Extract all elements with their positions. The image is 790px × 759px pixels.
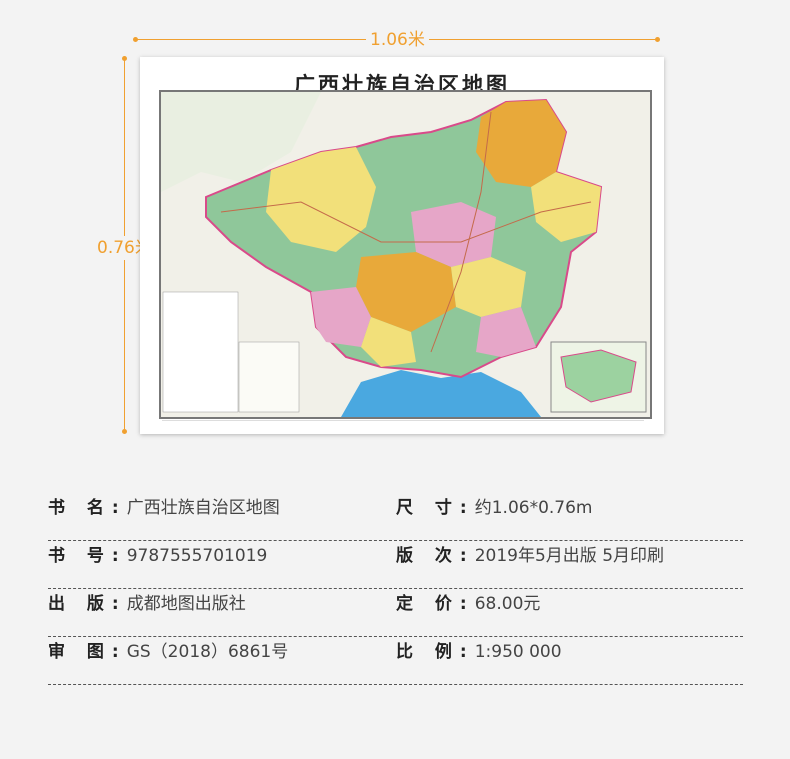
dimension-endpoint	[122, 56, 127, 61]
spec-edition: 版 次:2019年5月出版 5月印刷	[396, 546, 665, 566]
dimension-endpoint	[133, 37, 138, 42]
dashed-divider	[48, 684, 743, 685]
spec-row: 书 号:9787555701019 版 次:2019年5月出版 5月印刷	[48, 541, 743, 589]
map-poster: 广西壮族自治区地图	[140, 57, 664, 434]
spec-size: 尺 寸:约1.06*0.76m	[396, 498, 593, 518]
dimension-endpoint	[655, 37, 660, 42]
map-footer	[162, 420, 644, 427]
width-dimension-label: 1.06米	[366, 30, 429, 50]
spec-row: 书 名:广西壮族自治区地图 尺 寸:约1.06*0.76m	[48, 493, 743, 541]
spec-title: 书 名:广西壮族自治区地图	[48, 498, 280, 518]
spec-isbn: 书 号:9787555701019	[48, 546, 268, 566]
spec-publisher: 出 版:成都地图出版社	[48, 594, 246, 614]
spec-review: 审 图:GS（2018）6861号	[48, 642, 289, 662]
spec-row: 审 图:GS（2018）6861号 比 例:1:950 000	[48, 637, 743, 685]
spec-row: 出 版:成都地图出版社 定 价:68.00元	[48, 589, 743, 637]
spec-scale: 比 例:1:950 000	[396, 642, 562, 662]
spec-price: 定 价:68.00元	[396, 594, 541, 614]
dimension-endpoint	[122, 429, 127, 434]
map-image	[159, 90, 652, 419]
